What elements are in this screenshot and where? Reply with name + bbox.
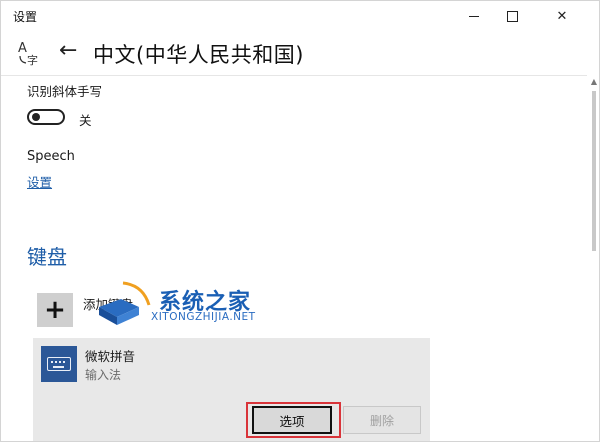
window-title: 设置 bbox=[13, 10, 38, 24]
toggle-knob bbox=[32, 113, 40, 121]
svg-text:字: 字 bbox=[27, 53, 38, 67]
keyboard-icon bbox=[41, 346, 77, 382]
page-title: 中文(中华人民共和国) bbox=[93, 43, 304, 67]
handwriting-label: 识别斜体手写 bbox=[27, 84, 103, 99]
back-arrow-icon[interactable]: ← bbox=[59, 37, 77, 65]
delete-button[interactable]: 删除 bbox=[343, 406, 421, 434]
close-icon: ✕ bbox=[556, 8, 568, 24]
watermark: 系统之家 XITONGZHIJIA.NET bbox=[93, 277, 289, 335]
speech-label: Speech bbox=[27, 149, 75, 164]
add-keyboard-button[interactable]: + bbox=[37, 293, 73, 327]
language-icon: A 字 bbox=[18, 41, 38, 67]
close-button[interactable]: ✕ bbox=[543, 1, 581, 31]
title-bar: 设置 ✕ bbox=[1, 1, 599, 31]
maximize-button[interactable] bbox=[493, 1, 531, 31]
watermark-logo-icon bbox=[99, 281, 151, 325]
page-header: A 字 ← 中文(中华人民共和国) bbox=[1, 31, 599, 75]
maximize-icon bbox=[506, 10, 518, 22]
keyboard-item-type: 输入法 bbox=[85, 368, 122, 382]
scrollbar-thumb[interactable] bbox=[592, 91, 596, 251]
keyboard-section-heading: 键盘 bbox=[27, 245, 67, 269]
keyboard-glyph bbox=[47, 357, 71, 371]
speech-settings-link[interactable]: 设置 bbox=[27, 172, 52, 191]
keyboard-item-name: 微软拼音 bbox=[85, 349, 136, 364]
svg-text:A: A bbox=[18, 41, 27, 56]
handwriting-toggle[interactable] bbox=[27, 109, 65, 125]
minimize-button[interactable] bbox=[455, 1, 493, 31]
settings-window: 设置 ✕ A 字 ← 中文(中华人民共和国) ▲ 识别斜体手写 关 Speech… bbox=[0, 0, 600, 442]
scroll-up-icon[interactable]: ▲ bbox=[591, 77, 597, 86]
options-button[interactable]: 选项 bbox=[252, 406, 332, 434]
watermark-subtext: XITONGZHIJIA.NET bbox=[151, 311, 256, 323]
minimize-icon bbox=[469, 15, 479, 17]
header-divider bbox=[1, 75, 587, 76]
plus-icon: + bbox=[44, 295, 66, 325]
toggle-state-label: 关 bbox=[79, 113, 92, 128]
